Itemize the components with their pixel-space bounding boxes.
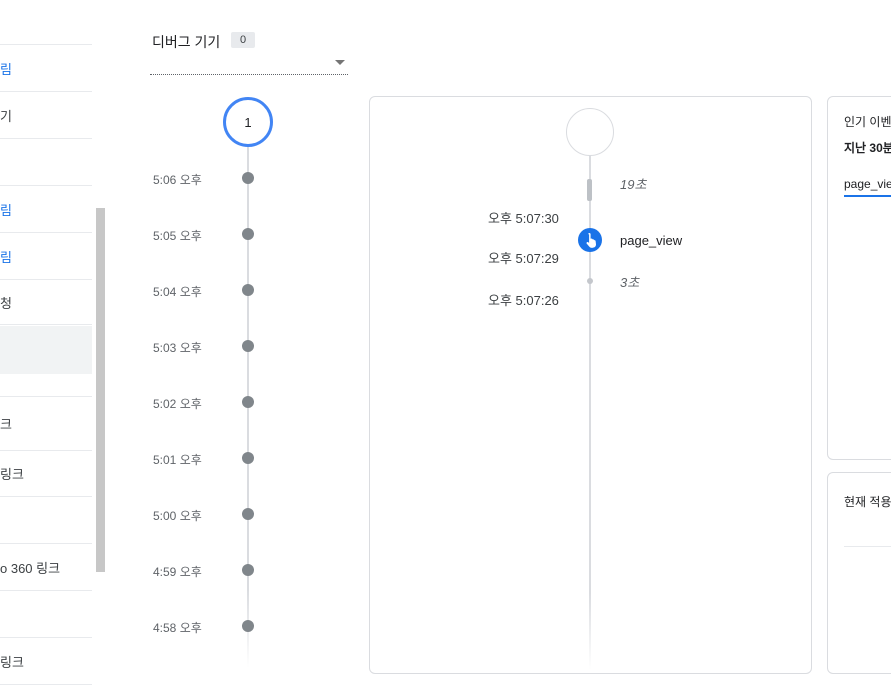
minute-dot[interactable]: [242, 340, 254, 352]
sidebar-item[interactable]: [0, 0, 92, 45]
minute-dot[interactable]: [242, 172, 254, 184]
divider: [844, 546, 891, 547]
minute-label: 5:04 오후: [153, 285, 202, 299]
sidebar-item[interactable]: o 360 링크: [0, 544, 92, 591]
sidebar-item[interactable]: 림: [0, 233, 92, 280]
sidebar-item[interactable]: 링크: [0, 638, 92, 685]
minute-dot[interactable]: [242, 284, 254, 296]
sidebar-item[interactable]: 청: [0, 280, 92, 325]
sidebar-item[interactable]: [0, 139, 92, 186]
sidebar-item[interactable]: [0, 591, 92, 638]
user-properties-card: 현재 적용: [827, 472, 891, 674]
minute-dot[interactable]: [242, 508, 254, 520]
seconds-top-circle: [566, 108, 614, 156]
top-events-card: 인기 이벤트 지난 30분 page_view: [827, 96, 891, 460]
minute-count: 1: [244, 114, 252, 130]
minute-label: 4:59 오후: [153, 565, 202, 579]
card-title: 인기 이벤트: [844, 115, 891, 129]
minute-dot[interactable]: [242, 396, 254, 408]
card-subtitle: 지난 30분: [844, 141, 891, 155]
event-name-link[interactable]: page_view: [620, 233, 682, 248]
minute-dot[interactable]: [242, 228, 254, 240]
minute-label: 5:00 오후: [153, 509, 202, 523]
event-timestamp: 오후 5:07:29: [488, 251, 559, 266]
event-timestamp: 오후 5:07:26: [488, 293, 559, 308]
debug-device-label: 디버그 기기: [152, 34, 221, 50]
sidebar: 림 기 림 림 청 크 링크 o 360 링크 링크: [0, 0, 92, 689]
minute-dot[interactable]: [242, 564, 254, 576]
card-title: 현재 적용: [844, 495, 891, 509]
sidebar-item[interactable]: 링크: [0, 450, 92, 497]
minute-label: 5:06 오후: [153, 173, 202, 187]
sidebar-item[interactable]: 림: [0, 186, 92, 233]
gap-label: 19초: [620, 177, 647, 192]
sidebar-item[interactable]: [0, 497, 92, 544]
sidebar-item[interactable]: 크: [0, 396, 92, 451]
sidebar-item[interactable]: 림: [0, 45, 92, 92]
device-count-badge: 0: [231, 32, 255, 48]
minute-label: 5:01 오후: [153, 453, 202, 467]
sidebar-scrollbar[interactable]: [96, 208, 105, 572]
minute-dot[interactable]: [242, 452, 254, 464]
gap-label: 3초: [620, 275, 640, 290]
minute-label: 4:58 오후: [153, 621, 202, 635]
gap-marker: [587, 179, 592, 201]
gap-marker: [587, 278, 593, 284]
minute-label: 5:02 오후: [153, 397, 202, 411]
minute-count-circle[interactable]: 1: [223, 97, 273, 147]
minute-label: 5:03 오후: [153, 341, 202, 355]
touch-icon-glyph: [586, 233, 597, 248]
event-timestamp: 오후 5:07:30: [488, 211, 559, 226]
debug-device-select[interactable]: [150, 52, 348, 75]
minute-dot[interactable]: [242, 620, 254, 632]
minute-label: 5:05 오후: [153, 229, 202, 243]
touch-icon[interactable]: [578, 228, 602, 252]
tab-underline: [844, 195, 891, 197]
chevron-down-icon[interactable]: [335, 60, 345, 65]
sidebar-item[interactable]: 기: [0, 92, 92, 139]
sidebar-item-active[interactable]: [0, 326, 92, 374]
top-event-tab[interactable]: page_view: [844, 177, 891, 191]
